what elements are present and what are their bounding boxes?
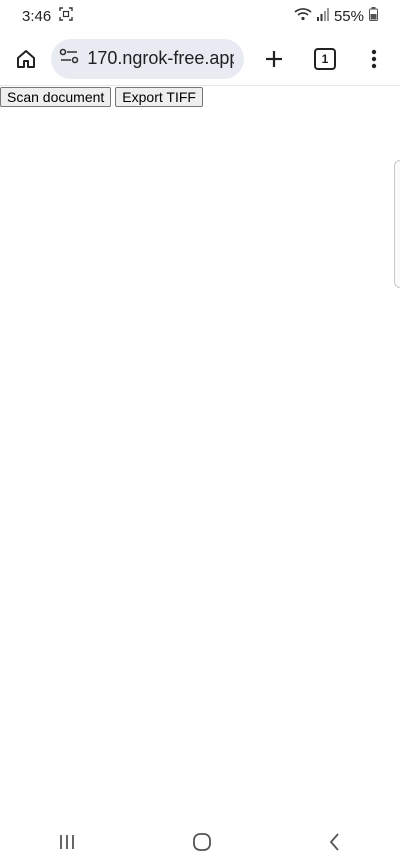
wifi-icon	[294, 7, 312, 25]
page-content: Scan document Export TIFF	[0, 87, 400, 822]
edge-panel-handle[interactable]	[394, 160, 400, 288]
home-icon[interactable]	[8, 41, 43, 77]
battery-percent: 55%	[333, 7, 364, 25]
system-nav-bar	[0, 821, 400, 867]
status-left: 3:46	[22, 7, 73, 25]
battery-icon	[369, 7, 378, 25]
status-time: 3:46	[22, 7, 52, 25]
button-row: Scan document Export TIFF	[0, 87, 400, 107]
export-tiff-button[interactable]: Export TIFF	[115, 87, 203, 107]
status-bar: 3:46 55%	[0, 0, 400, 32]
menu-icon[interactable]	[357, 41, 392, 77]
new-tab-icon[interactable]	[256, 41, 291, 77]
browser-toolbar: 170.ngrok-free.app 1	[0, 32, 400, 86]
scan-document-button[interactable]: Scan document	[0, 87, 112, 107]
signal-icon	[316, 7, 329, 25]
site-info-icon[interactable]	[59, 47, 79, 70]
status-right: 55%	[294, 7, 378, 25]
back-icon[interactable]	[328, 832, 342, 857]
url-text[interactable]: 170.ngrok-free.app	[87, 48, 234, 69]
home-nav-icon[interactable]	[192, 832, 212, 857]
tabs-icon[interactable]: 1	[307, 41, 342, 77]
tab-count[interactable]: 1	[314, 47, 336, 70]
address-bar[interactable]: 170.ngrok-free.app	[51, 38, 245, 79]
screenshot-icon	[59, 7, 73, 25]
recent-apps-icon[interactable]	[58, 833, 76, 856]
